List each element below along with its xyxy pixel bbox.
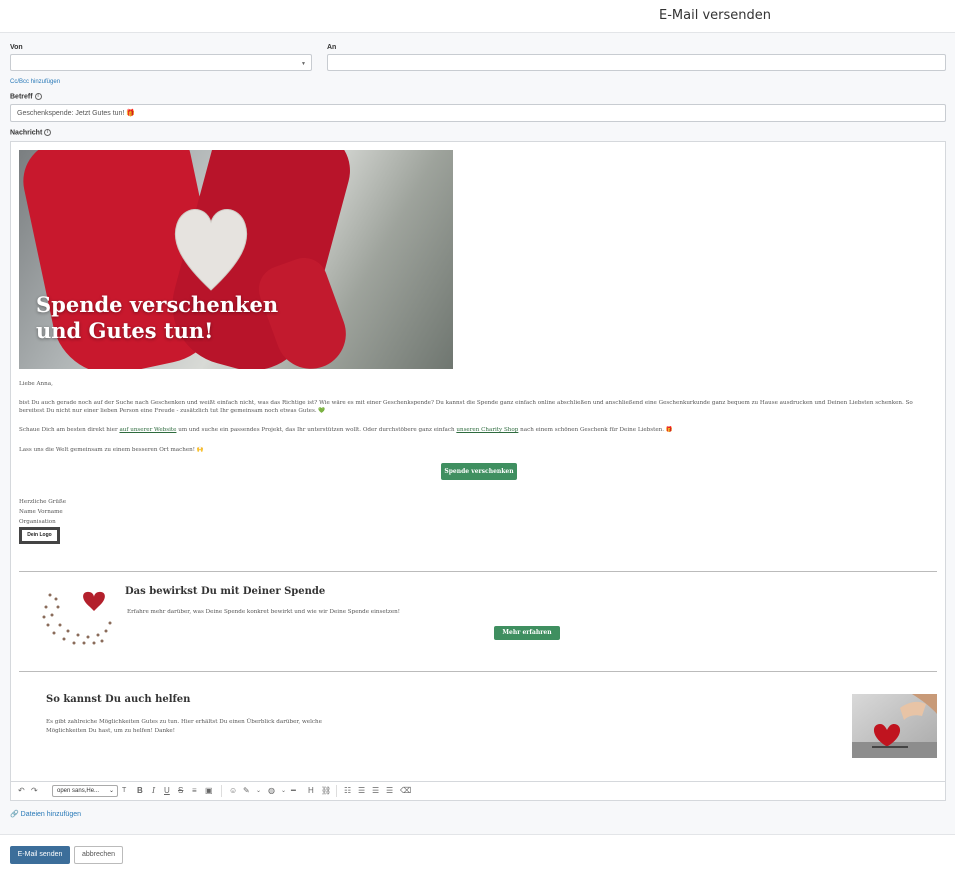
outdent-icon[interactable]: ☰: [386, 786, 393, 796]
signature-greeting: Herzliche Grüße: [19, 499, 67, 505]
horizontal-rule-icon[interactable]: ━: [291, 786, 296, 796]
heart-icon: [174, 209, 248, 291]
cc-bcc-link[interactable]: Cc/Bcc hinzufügen: [10, 79, 60, 85]
link-icon[interactable]: ⛓: [321, 786, 331, 796]
paperclip-icon: 🔗: [10, 811, 19, 818]
signature-org: Organisation: [19, 519, 56, 525]
modal-header: E-Mail versenden: [0, 0, 955, 33]
hero-title-line1: Spende verschenken: [36, 292, 279, 317]
to-input[interactable]: [327, 54, 946, 71]
heart-box-image: [852, 694, 937, 758]
strikethrough-icon[interactable]: S: [178, 786, 183, 796]
paragraph-2-text-a: Schaue Dich am besten direkt hier: [19, 427, 120, 433]
redo-icon[interactable]: ↷: [31, 786, 38, 796]
heading-icon[interactable]: H: [308, 786, 314, 796]
greeting: Liebe Anna,: [19, 381, 53, 387]
info-icon: i: [34, 93, 42, 100]
paragraph-1: bist Du auch gerade noch auf der Suche n…: [19, 400, 913, 415]
font-family-select[interactable]: open sans,He... ⌄: [52, 785, 118, 797]
undo-icon[interactable]: ↶: [18, 786, 25, 796]
hero-title-line2: und Gutes tun!: [36, 318, 214, 343]
subject-label-text: Betreff: [10, 93, 33, 101]
crowd-heart-image: [40, 585, 116, 647]
ordered-list-icon[interactable]: ☷: [344, 786, 351, 796]
subject-value: Geschenkspende: Jetzt Gutes tun! 🎁: [17, 110, 136, 117]
charity-shop-link[interactable]: unseren Charity Shop: [456, 427, 518, 433]
hero-title: Spende verschenken und Gutes tun!: [36, 292, 278, 344]
chevron-down-icon[interactable]: ⌄: [281, 786, 286, 796]
section-impact-title: Das bewirkst Du mit Deiner Spende: [125, 586, 326, 597]
bold-icon[interactable]: B: [137, 786, 143, 796]
chevron-down-icon: ⌄: [108, 788, 114, 794]
divider: [19, 671, 937, 672]
toolbar-separator: [221, 785, 222, 797]
section-help-text-1: Es gibt zahlreiche Möglichkeiten Gutes z…: [46, 719, 322, 725]
website-link[interactable]: auf unserer Website: [119, 427, 176, 433]
paragraph-3: Lass uns die Welt gemeinsam zu einem bes…: [19, 447, 204, 453]
toolbar-separator: [336, 785, 337, 797]
modal-footer: E-Mail senden abbrechen: [0, 834, 955, 873]
donate-gift-button[interactable]: Spende verschenken: [441, 463, 517, 480]
image-icon[interactable]: ▣: [205, 786, 213, 796]
font-family-value: open sans,He...: [57, 788, 100, 794]
editor-toolbar: ↶ ↷ open sans,He... ⌄ T B I U S ≡ ▣ ☺ ✎ ⌄…: [11, 781, 945, 800]
color-icon[interactable]: ◍: [268, 786, 275, 796]
info-icon: i: [44, 129, 52, 136]
hero-image: Spende verschenken und Gutes tun!: [19, 150, 453, 369]
paragraph-2-text-b: um und suche ein passendes Projekt, das …: [176, 427, 457, 433]
send-email-button[interactable]: E-Mail senden: [10, 846, 70, 864]
to-label: An: [327, 44, 337, 51]
modal-title: E-Mail versenden: [659, 8, 771, 23]
paragraph-2-text-c: nach einem schönen Geschenk für Deine Li…: [518, 427, 673, 433]
signature-name: Name Vorname: [19, 509, 63, 515]
chevron-down-icon: ▼: [301, 61, 306, 67]
section-help-title: So kannst Du auch helfen: [46, 694, 191, 705]
cancel-button[interactable]: abbrechen: [74, 846, 123, 864]
indent-icon[interactable]: ☰: [372, 786, 379, 796]
divider: [19, 571, 937, 572]
message-label: Nachricht i: [10, 129, 52, 137]
subject-label: Betreff i: [10, 93, 42, 100]
unordered-list-icon[interactable]: ☰: [358, 786, 365, 796]
attach-files-label: Dateien hinzufügen: [20, 811, 81, 818]
logo-placeholder: Dein Logo: [19, 527, 60, 544]
message-label-text: Nachricht: [10, 129, 43, 137]
emoji-icon[interactable]: ☺: [229, 786, 237, 796]
from-select[interactable]: ▼: [10, 54, 312, 71]
font-size-icon[interactable]: T: [122, 786, 126, 796]
clear-format-icon[interactable]: ⌫: [400, 786, 411, 796]
italic-icon[interactable]: I: [152, 786, 155, 796]
section-impact-text: Erfahre mehr darüber, was Deine Spende k…: [127, 609, 401, 615]
from-label: Von: [10, 44, 23, 51]
learn-more-button[interactable]: Mehr erfahren: [494, 626, 560, 640]
attach-files-link[interactable]: 🔗 Dateien hinzufügen: [10, 810, 81, 818]
pen-icon[interactable]: ✎: [243, 786, 250, 796]
align-icon[interactable]: ≡: [192, 786, 197, 796]
section-help-text-2: Möglichkeiten Du hast, um zu helfen! Dan…: [46, 728, 175, 734]
message-editor[interactable]: Spende verschenken und Gutes tun! Liebe …: [10, 141, 946, 801]
underline-icon[interactable]: U: [164, 786, 170, 796]
paragraph-2: Schaue Dich am besten direkt hier auf un…: [19, 426, 929, 434]
subject-input[interactable]: Geschenkspende: Jetzt Gutes tun! 🎁: [10, 104, 946, 122]
chevron-down-icon[interactable]: ⌄: [256, 786, 261, 796]
